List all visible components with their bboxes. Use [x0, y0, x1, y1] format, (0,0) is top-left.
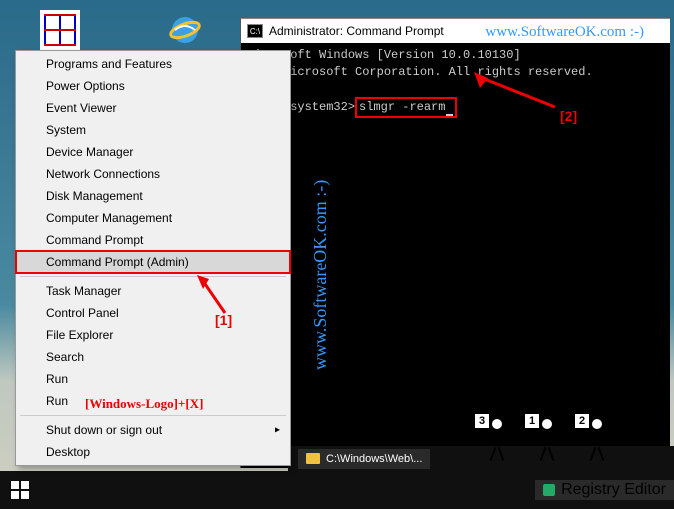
taskbar-regedit-label: Registry Editor	[561, 481, 666, 499]
command-prompt-window: C:\ Administrator: Command Prompt Micros…	[240, 18, 670, 468]
arrow-annotation-1	[195, 275, 230, 315]
menu-system[interactable]: System	[16, 119, 290, 141]
folder-icon	[306, 453, 320, 464]
menu-control-panel[interactable]: Control Panel	[16, 302, 290, 324]
desktop-shortcut-grid[interactable]	[40, 10, 80, 50]
figure-sign: 2	[574, 413, 590, 429]
annotation-hotkey: [Windows-Logo]+[X]	[85, 396, 203, 412]
cmd-line-version: Microsoft Windows [Version 10.0.10130]	[247, 47, 664, 64]
cmd-line-copyright: 2015 Microsoft Corporation. All rights r…	[247, 64, 664, 81]
menu-separator-2	[20, 415, 286, 416]
desktop-shortcut-ie[interactable]	[165, 10, 205, 50]
figure-3: 3	[480, 417, 514, 467]
menu-command-prompt[interactable]: Command Prompt	[16, 229, 290, 251]
taskbar-regedit[interactable]: Registry Editor	[535, 480, 674, 500]
menu-device-manager[interactable]: Device Manager	[16, 141, 290, 163]
taskbar-explorer[interactable]: C:\Windows\Web\...	[298, 449, 430, 469]
menu-computer-management[interactable]: Computer Management	[16, 207, 290, 229]
chevron-right-icon: ▸	[275, 425, 280, 436]
cmd-command-highlight: slmgr -rearm	[355, 97, 457, 118]
menu-command-prompt-admin[interactable]: Command Prompt (Admin)	[16, 251, 290, 273]
cmd-icon: C:\	[247, 24, 263, 38]
menu-desktop[interactable]: Desktop	[16, 441, 290, 463]
figure-sign: 1	[524, 413, 540, 429]
menu-file-explorer[interactable]: File Explorer	[16, 324, 290, 346]
menu-power-options[interactable]: Power Options	[16, 75, 290, 97]
figure-sign: 3	[474, 413, 490, 429]
cmd-body[interactable]: Microsoft Windows [Version 10.0.10130] 2…	[241, 43, 670, 122]
menu-network-connections[interactable]: Network Connections	[16, 163, 290, 185]
menu-event-viewer[interactable]: Event Viewer	[16, 97, 290, 119]
internet-explorer-icon	[167, 12, 203, 48]
cmd-cursor	[446, 114, 453, 116]
taskbar-explorer-label: C:\Windows\Web\...	[326, 453, 422, 465]
watermark-top: www.SoftwareOK.com :-)	[485, 24, 644, 41]
menu-search[interactable]: Search	[16, 346, 290, 368]
menu-programs-features[interactable]: Programs and Features	[16, 53, 290, 75]
menu-run[interactable]: Run	[16, 368, 290, 390]
watermark-vertical: www.SoftwareOK.com :-)	[310, 180, 331, 370]
menu-separator	[20, 276, 286, 277]
annotation-2: [2]	[560, 108, 577, 124]
menu-task-manager[interactable]: Task Manager	[16, 280, 290, 302]
start-button[interactable]	[0, 471, 40, 509]
figure-1: 1	[530, 417, 564, 467]
menu-shutdown[interactable]: Shut down or sign out ▸	[16, 419, 290, 441]
cmd-command: slmgr -rearm	[359, 100, 445, 114]
regedit-icon	[543, 484, 555, 496]
taskbar: Registry Editor	[0, 471, 674, 509]
menu-disk-management[interactable]: Disk Management	[16, 185, 290, 207]
windows-logo-icon	[11, 481, 29, 499]
stick-figures: 3 1 2	[480, 417, 614, 467]
figure-2: 2	[580, 417, 614, 467]
menu-shutdown-label: Shut down or sign out	[46, 423, 162, 437]
cmd-title-text: Administrator: Command Prompt	[269, 24, 444, 38]
arrow-annotation-2	[470, 72, 560, 112]
